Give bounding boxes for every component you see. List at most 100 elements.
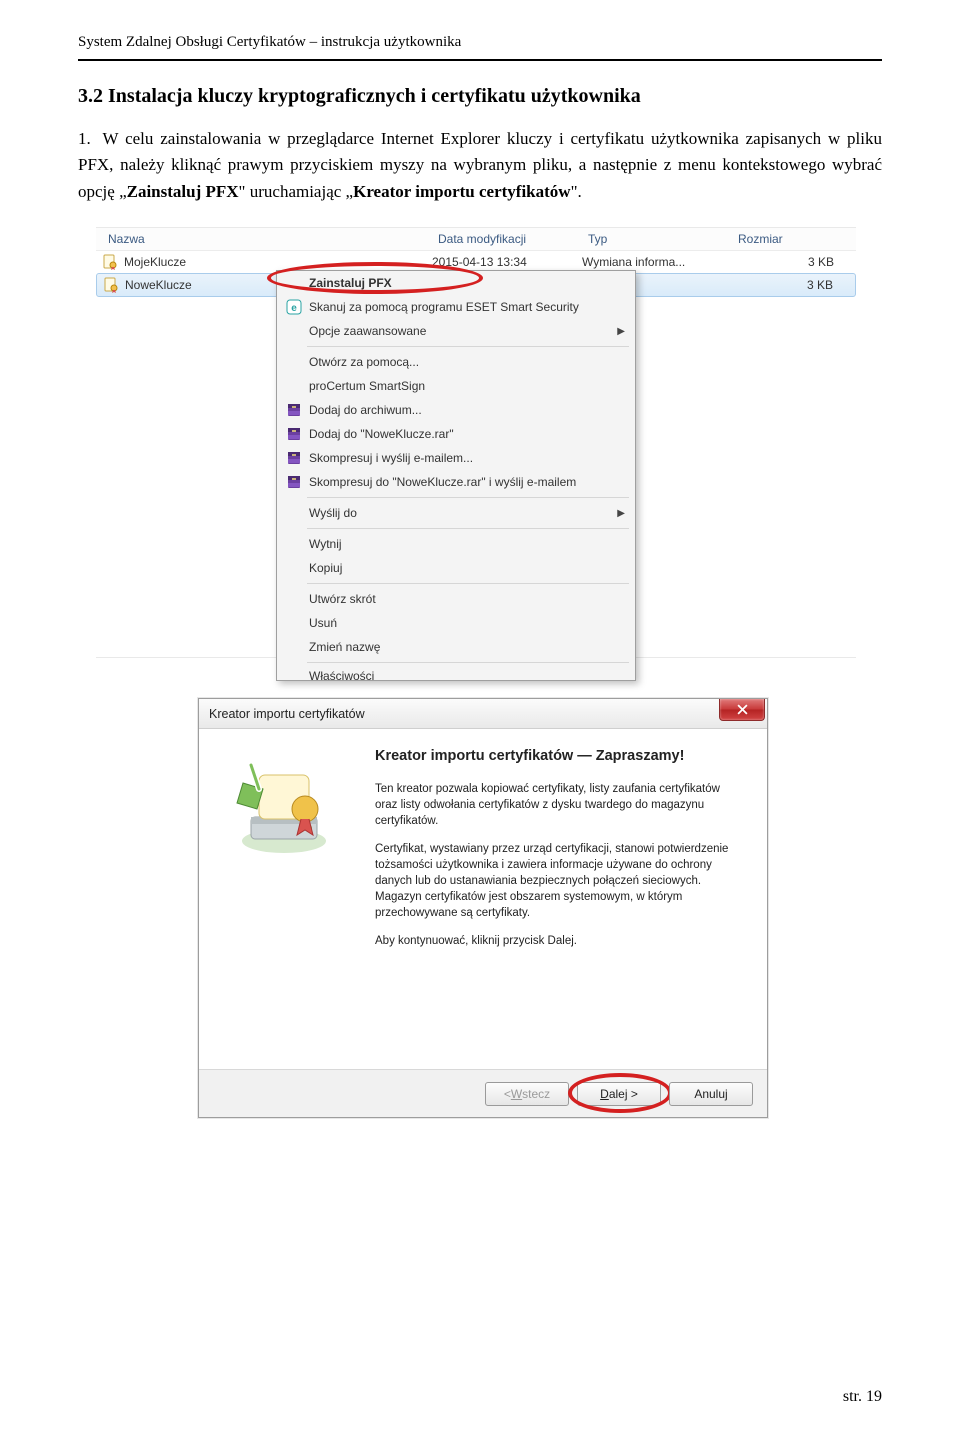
dialog-footer: < Wstecz Dalej > Anuluj [199,1069,767,1117]
context-menu-label: Skompresuj do "NoweKlucze.rar" i wyślij … [305,475,625,489]
context-menu-item[interactable]: Opcje zaawansowane▶ [277,319,635,343]
blank-icon [283,505,305,521]
wizard-paragraph-2: Certyfikat, wystawiany przez urząd certy… [375,841,745,921]
dialog-title: Kreator importu certyfikatów [209,707,365,721]
dialog-titlebar[interactable]: Kreator importu certyfikatów [199,699,767,729]
context-menu-label: proCertum SmartSign [305,379,625,393]
context-menu-item[interactable]: Zmień nazwę [277,635,635,659]
col-type[interactable]: Typ [588,232,738,246]
context-menu-item[interactable]: proCertum SmartSign [277,374,635,398]
blank-icon [283,560,305,576]
context-menu-label: Wytnij [305,537,625,551]
page-number: str. 19 [843,1388,882,1406]
context-menu-label: Właściwości [305,669,625,680]
list-number: 1. [78,126,96,152]
close-button[interactable] [719,699,765,721]
context-menu-label: Otwórz za pomocą... [305,355,625,369]
context-menu-item[interactable]: Otwórz za pomocą... [277,350,635,374]
wizard-paragraph-3: Aby kontynuować, kliknij przycisk Dalej. [375,933,745,949]
context-menu-label: Skompresuj i wyślij e-mailem... [305,451,625,465]
context-menu-item[interactable]: e Skanuj za pomocą programu ESET Smart Se… [277,295,635,319]
blank-icon [283,591,305,607]
col-name[interactable]: Nazwa [108,232,438,246]
context-menu-label: Zainstaluj PFX [305,276,625,290]
context-menu-label: Wyślij do [305,506,617,520]
context-menu-label: Dodaj do archiwum... [305,403,625,417]
figure-explorer-contextmenu: Nazwa Data modyfikacji Typ Rozmiar MojeK… [96,227,856,658]
blank-icon [283,669,305,680]
file-size: 3 KB [733,278,849,292]
wizard-side-panel [199,729,369,1069]
context-menu-item[interactable]: Właściwości [277,666,635,680]
back-prefix: < [504,1087,511,1101]
file-name: NoweKlucze [125,278,192,292]
doc-header: System Zdalnej Obsługi Certyfikatów – in… [78,34,882,59]
context-menu-item[interactable]: Skompresuj do "NoweKlucze.rar" i wyślij … [277,470,635,494]
blank-icon [283,323,305,339]
context-menu-item[interactable]: Wytnij [277,532,635,556]
context-menu-item[interactable]: Wyślij do▶ [277,501,635,525]
wizard-heading: Kreator importu certyfikatów — Zapraszam… [375,747,745,767]
context-menu-item[interactable]: Kopiuj [277,556,635,580]
context-menu-separator [307,662,629,663]
context-menu-item[interactable]: Skompresuj i wyślij e-mailem... [277,446,635,470]
next-button[interactable]: Dalej > [577,1082,661,1106]
back-underline: W [511,1087,522,1101]
context-menu-item[interactable]: Zainstaluj PFX [277,271,635,295]
rar-icon [283,450,305,466]
certificate-icon [102,254,118,270]
submenu-arrow-icon: ▶ [617,326,625,337]
blank-icon [283,615,305,631]
col-size[interactable]: Rozmiar [738,232,848,246]
context-menu-item[interactable]: Dodaj do archiwum... [277,398,635,422]
rar-icon [283,426,305,442]
context-menu-label: Opcje zaawansowane [305,324,617,338]
context-menu-separator [307,497,629,498]
wizard-main-panel: Kreator importu certyfikatów — Zapraszam… [369,729,767,1069]
context-menu-label: Usuń [305,616,625,630]
header-rule [78,59,882,61]
para-bold-1: Zainstaluj PFX [127,182,239,201]
context-menu-separator [307,346,629,347]
next-rest: alej > [609,1087,638,1101]
back-rest: stecz [522,1087,550,1101]
context-menu-item[interactable]: Dodaj do "NoweKlucze.rar" [277,422,635,446]
wizard-icon [229,751,339,861]
submenu-arrow-icon: ▶ [617,508,625,519]
next-underline: D [600,1087,609,1101]
context-menu-item[interactable]: Utwórz skrót [277,587,635,611]
context-menu: Zainstaluj PFX e Skanuj za pomocą programu… [276,270,636,681]
context-menu-label: Utwórz skrót [305,592,625,606]
para-text-2: " uruchamiając „ [239,182,354,201]
context-menu-label: Kopiuj [305,561,625,575]
blank-icon [283,378,305,394]
file-size: 3 KB [732,255,850,269]
eset-icon: e [283,299,305,315]
back-button[interactable]: < Wstecz [485,1082,569,1106]
file-type: Wymiana informa... [582,255,732,269]
file-name: MojeKlucze [124,255,186,269]
file-date: 2015-04-13 13:34 [432,255,582,269]
instruction-paragraph: 1. W celu zainstalowania w przeglądarce … [78,126,882,205]
context-menu-label: Skanuj za pomocą programu ESET Smart Sec… [305,300,625,314]
close-icon [737,704,748,715]
certificate-icon [103,277,119,293]
para-text-3: ". [571,182,582,201]
explorer-column-headers: Nazwa Data modyfikacji Typ Rozmiar [96,228,856,251]
blank-icon [283,354,305,370]
blank-icon [283,275,305,291]
cancel-button[interactable]: Anuluj [669,1082,753,1106]
context-menu-separator [307,583,629,584]
svg-text:e: e [291,303,297,314]
para-bold-2: Kreator importu certyfikatów [353,182,570,201]
context-menu-separator [307,528,629,529]
blank-icon [283,639,305,655]
section-title: 3.2 Instalacja kluczy kryptograficznych … [78,85,882,108]
wizard-paragraph-1: Ten kreator pozwala kopiować certyfikaty… [375,781,745,829]
col-date[interactable]: Data modyfikacji [438,232,588,246]
rar-icon [283,402,305,418]
context-menu-label: Dodaj do "NoweKlucze.rar" [305,427,625,441]
context-menu-item[interactable]: Usuń [277,611,635,635]
context-menu-label: Zmień nazwę [305,640,625,654]
blank-icon [283,536,305,552]
